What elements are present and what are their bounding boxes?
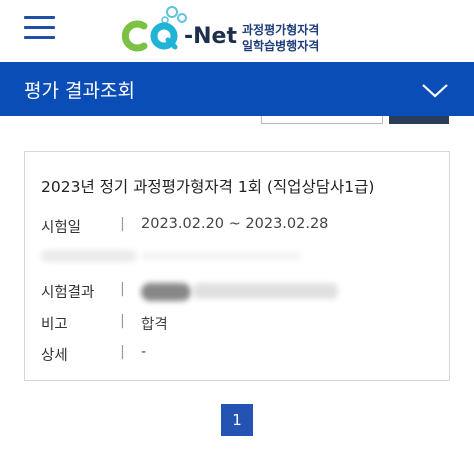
row-divider: | xyxy=(120,344,125,360)
row-value[interactable]: - xyxy=(141,344,146,360)
redacted-value xyxy=(141,252,301,260)
page-title: 평가 결과조회 xyxy=(24,80,135,102)
result-card: 2023년 정기 과정평가형자격 1회 (직업상담사1급) 시험일 | 2023… xyxy=(24,151,450,381)
row-value: 2023.02.20 ~ 2023.02.28 xyxy=(141,216,329,232)
row-divider: | xyxy=(120,216,125,232)
row-label: 시험일 xyxy=(41,220,82,236)
row-value: 합격 xyxy=(141,317,168,333)
search-button[interactable] xyxy=(389,116,449,124)
row-label: 비고 xyxy=(41,317,68,333)
hamburger-icon[interactable] xyxy=(24,14,55,42)
cq-net-logo[interactable]: -Net 과정평가형자격 일학습병행자격 xyxy=(122,4,352,60)
logo-line2: 일학습병행자격 xyxy=(242,39,320,53)
logo-line1: 과정평가형자격 xyxy=(242,23,320,37)
page-button-current[interactable]: 1 xyxy=(221,404,253,436)
redacted-label xyxy=(41,250,137,262)
redacted-score xyxy=(141,283,191,301)
row-label: 시험결과 xyxy=(41,285,95,301)
row-label: 상세 xyxy=(41,348,68,364)
pagination: 1 xyxy=(221,404,253,436)
logo-net-text: -Net xyxy=(184,24,237,49)
redacted-detail xyxy=(193,283,338,299)
row-divider: | xyxy=(120,313,125,329)
header: -Net 과정평가형자격 일학습병행자격 xyxy=(0,0,474,62)
logo-subtitle: 과정평가형자격 일학습병행자격 xyxy=(242,22,319,54)
page-title-bar: 평가 결과조회 xyxy=(0,62,474,116)
chevron-down-icon[interactable] xyxy=(419,78,451,102)
row-divider: | xyxy=(120,281,125,297)
result-title: 2023년 정기 과정평가형자격 1회 (직업상담사1급) xyxy=(41,178,375,196)
search-controls xyxy=(0,116,474,128)
search-select[interactable] xyxy=(261,116,383,124)
